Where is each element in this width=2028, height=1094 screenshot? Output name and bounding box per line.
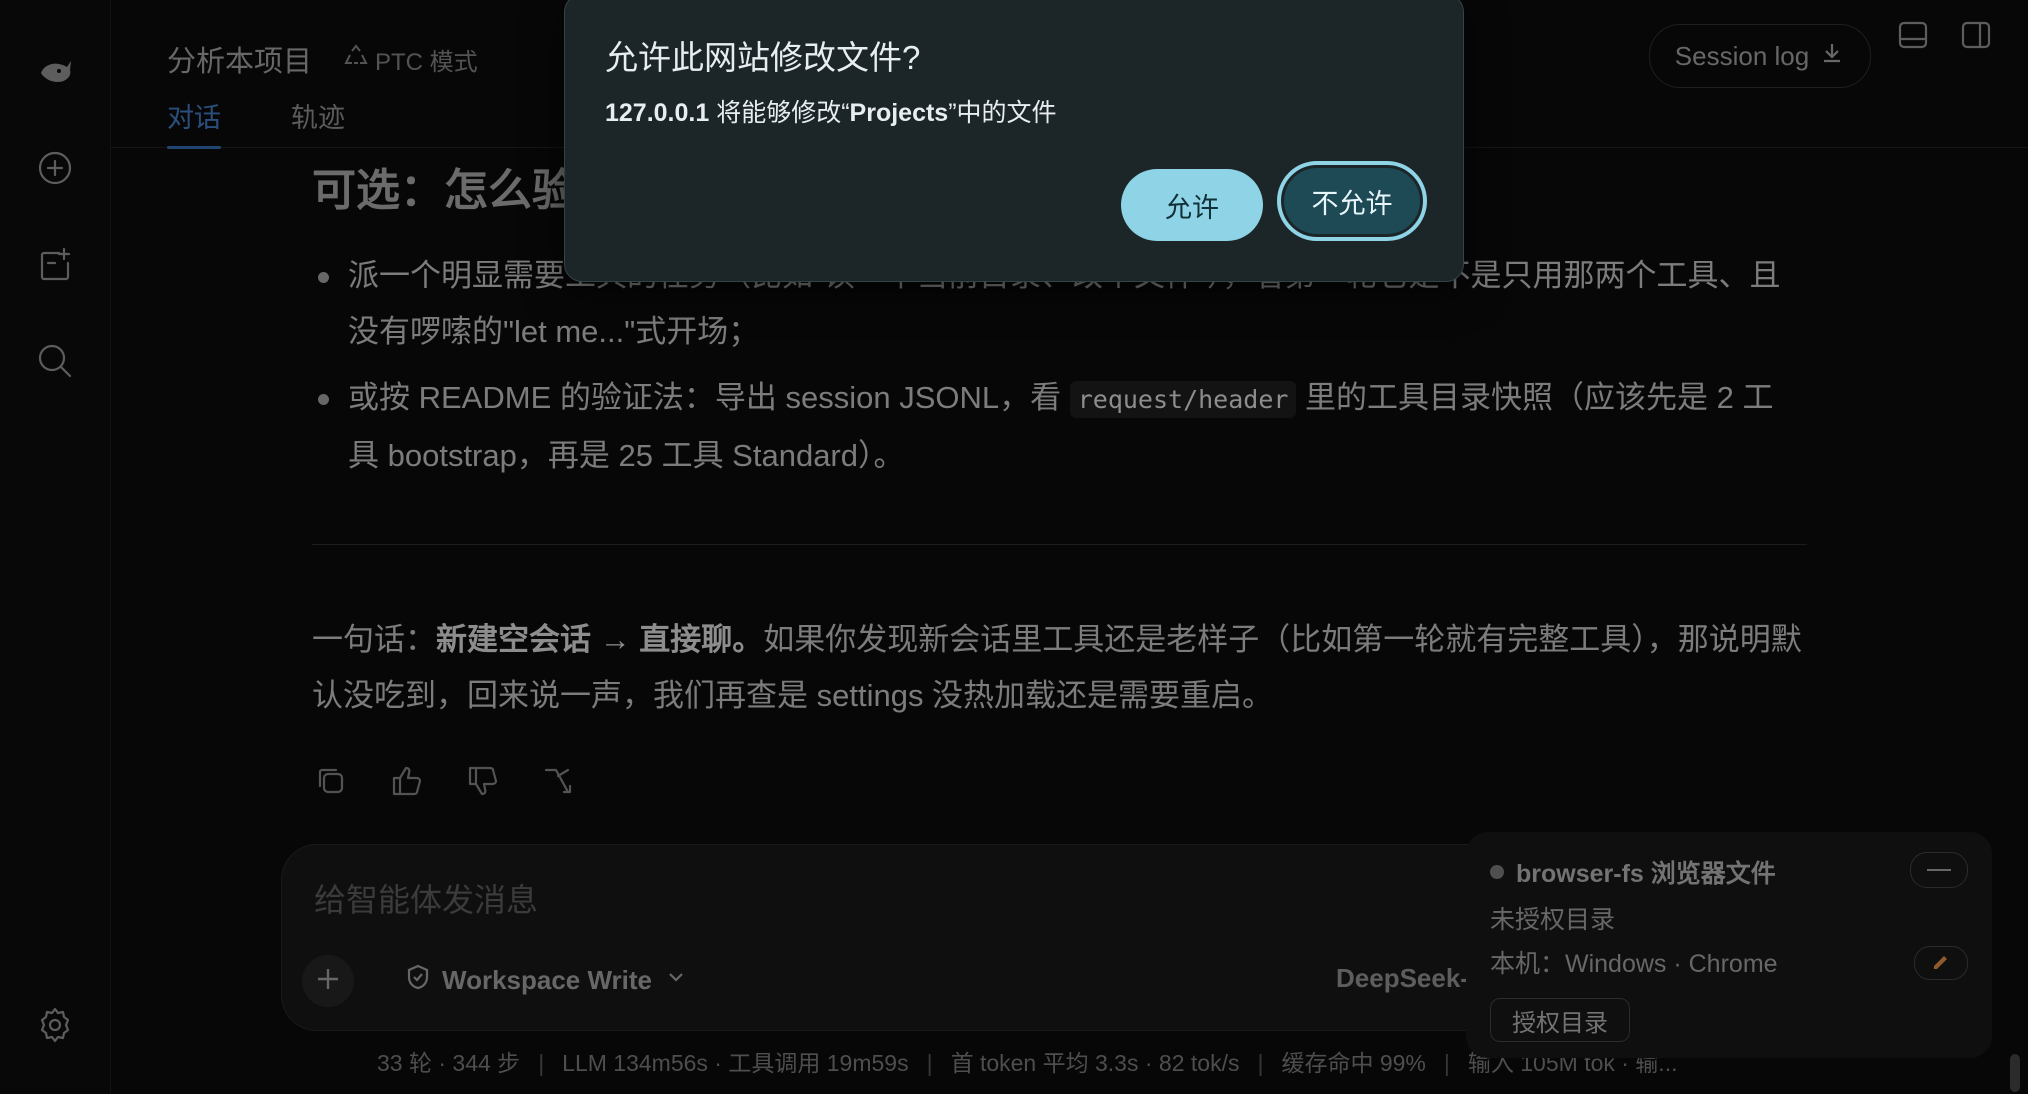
session-log-button[interactable]: Session log	[1649, 24, 1871, 88]
dialog-text: 将能够修改“	[709, 99, 850, 127]
panel-bottom-icon[interactable]	[1896, 18, 1930, 52]
status-dot	[1490, 865, 1504, 879]
copy-icon[interactable]	[312, 762, 350, 805]
workspace-mode-select[interactable]: Workspace Write	[404, 963, 690, 998]
section-heading: 可选：怎么验	[312, 166, 576, 215]
summary-bold: 新建空会话 → 直接聊。	[436, 622, 764, 657]
chevron-down-icon	[662, 963, 690, 998]
edit-button[interactable]	[1914, 946, 1968, 980]
branch-icon[interactable]	[540, 762, 578, 805]
inline-code: request/header	[1069, 381, 1297, 418]
dialog-title: 允许此网站修改文件?	[605, 39, 921, 76]
plus-icon	[313, 964, 343, 999]
ptc-mode-label: PTC 模式	[375, 49, 478, 76]
ptc-mode-badge[interactable]: PTC 模式	[343, 42, 478, 77]
attach-button[interactable]	[302, 955, 354, 1007]
deny-button[interactable]: 不允许	[1277, 161, 1427, 241]
app-logo-icon[interactable]	[30, 46, 80, 96]
allow-button[interactable]: 允许	[1121, 169, 1263, 241]
status-cache: 缓存命中 99%	[1281, 1050, 1426, 1076]
status-turns: 33 轮 · 344 步	[377, 1050, 521, 1076]
shield-icon	[404, 963, 432, 998]
thumbs-up-icon[interactable]	[388, 762, 426, 805]
left-rail	[0, 0, 111, 1094]
panel-right-icon[interactable]	[1959, 18, 1993, 52]
authorize-directory-button[interactable]: 授权目录	[1490, 998, 1630, 1042]
list-item: 或按 README 的验证法：导出 session JSONL，看 reques…	[318, 370, 1798, 484]
permission-dialog: 允许此网站修改文件? 127.0.0.1 将能够修改“Projects”中的文件…	[564, 0, 1464, 282]
new-chat-icon[interactable]	[30, 143, 80, 193]
pencil-icon	[1931, 951, 1951, 976]
download-icon	[1819, 40, 1845, 73]
fs-panel-title: browser-fs 浏览器文件	[1490, 854, 1776, 890]
divider	[312, 544, 1807, 545]
workspace-mode-label: Workspace Write	[442, 965, 653, 995]
status-first-token: 首 token 平均 3.3s · 82 tok/s	[950, 1050, 1240, 1076]
dialog-host: 127.0.0.1	[605, 99, 710, 127]
search-icon[interactable]	[30, 336, 80, 386]
fs-host: 本机：Windows · Chrome	[1490, 950, 1778, 978]
bullet-text: 或按 README 的验证法：导出 session JSONL，看	[348, 380, 1070, 415]
new-project-icon[interactable]	[30, 240, 80, 290]
settings-icon[interactable]	[30, 1000, 80, 1050]
dialog-text-end: ”中的文件	[948, 99, 1057, 127]
tab-trace[interactable]: 轨迹	[291, 96, 345, 135]
dialog-folder: Projects	[849, 99, 949, 127]
minimize-button[interactable]	[1910, 852, 1968, 888]
browser-fs-panel: browser-fs 浏览器文件 未授权目录 本机：Windows · Chro…	[1466, 832, 1992, 1058]
message-actions	[312, 762, 578, 805]
summary-paragraph: 一句话：新建空会话 → 直接聊。如果你发现新会话里工具还是老样子（比如第一轮就有…	[312, 612, 1807, 724]
summary-prefix: 一句话：	[312, 622, 436, 657]
session-log-label: Session log	[1674, 40, 1810, 71]
message-input[interactable]: 给智能体发消息	[314, 875, 538, 921]
thumbs-down-icon[interactable]	[464, 762, 502, 805]
dialog-message: 127.0.0.1 将能够修改“Projects”中的文件	[605, 93, 1057, 129]
fs-status: 未授权目录	[1490, 906, 1616, 934]
project-title: 分析本项目	[167, 46, 313, 78]
recycle-icon	[343, 43, 369, 76]
status-llm: LLM 134m56s · 工具调用 19m59s	[562, 1050, 909, 1076]
scrollbar[interactable]	[2010, 1054, 2020, 1092]
fs-title-text: browser-fs 浏览器文件	[1516, 860, 1776, 888]
tab-chat[interactable]: 对话	[167, 96, 221, 149]
